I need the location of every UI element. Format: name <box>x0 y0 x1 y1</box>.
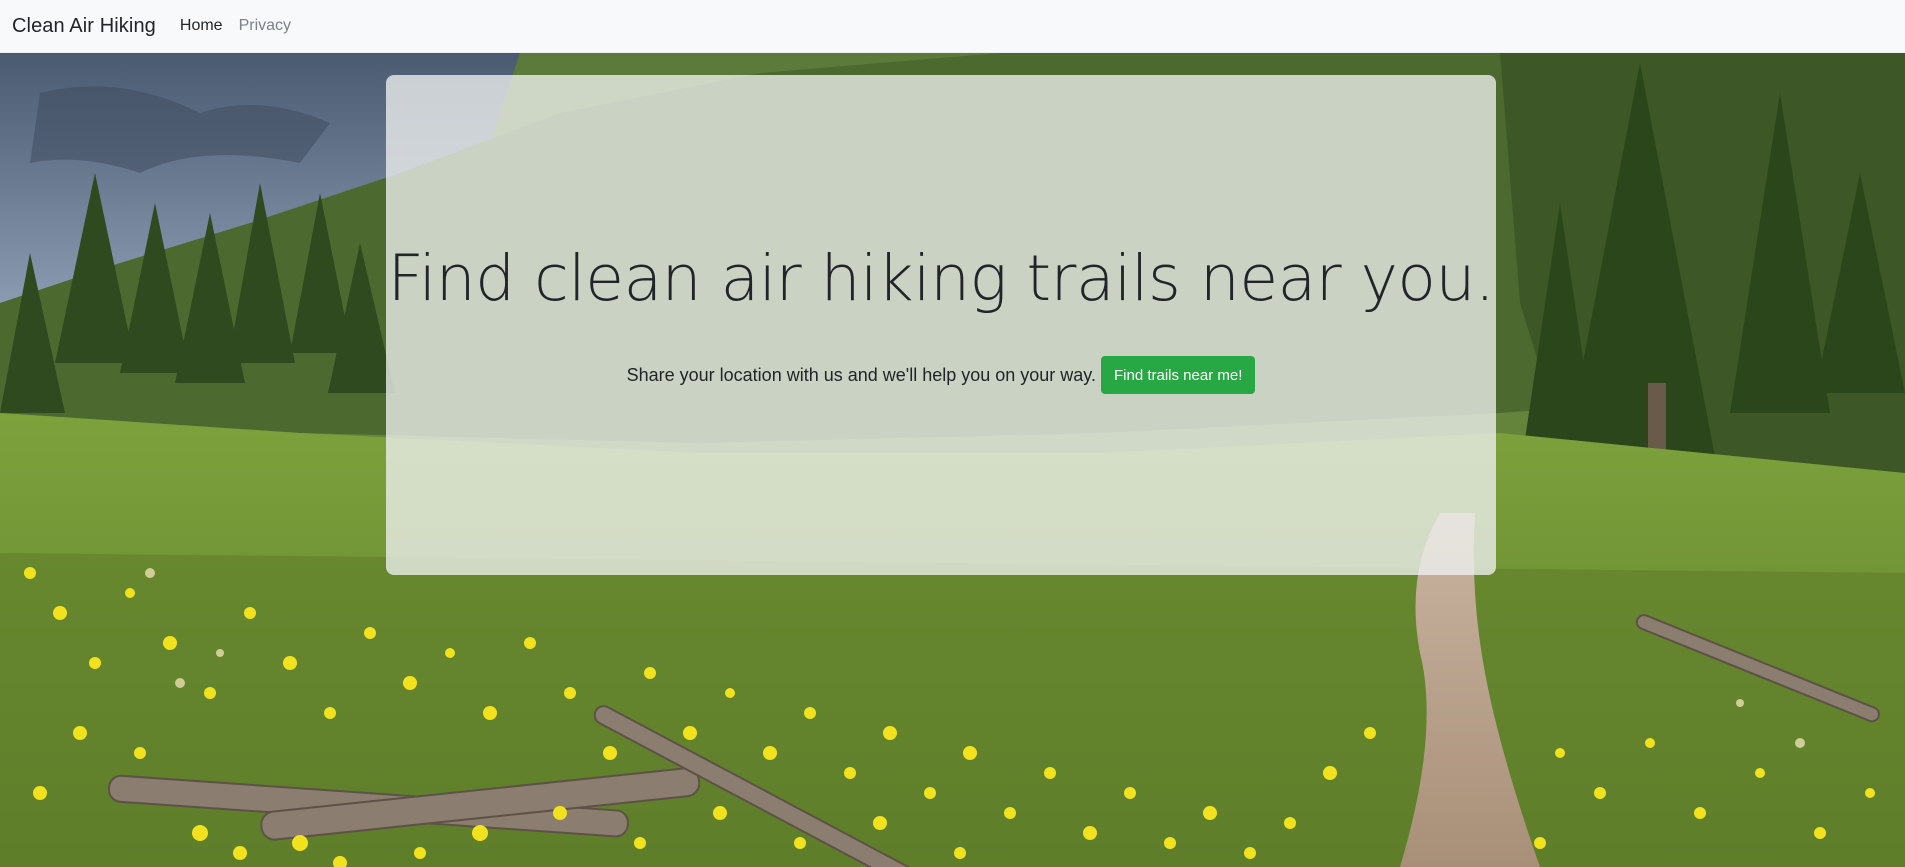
navbar: Clean Air Hiking Home Privacy <box>0 0 1905 53</box>
brand-link[interactable]: Clean Air Hiking <box>12 15 156 38</box>
hero-jumbotron: Find clean air hiking trails near you. S… <box>386 75 1496 575</box>
nav-privacy-link[interactable]: Privacy <box>239 17 291 35</box>
find-trails-button[interactable]: Find trails near me! <box>1100 356 1256 394</box>
nav-home-link[interactable]: Home <box>180 17 223 35</box>
hero-headline: Find clean air hiking trails near you. <box>387 242 1495 315</box>
hero-cta-row: Share your location with us and we'll he… <box>386 356 1496 394</box>
hero-lead-text: Share your location with us and we'll he… <box>626 364 1096 385</box>
